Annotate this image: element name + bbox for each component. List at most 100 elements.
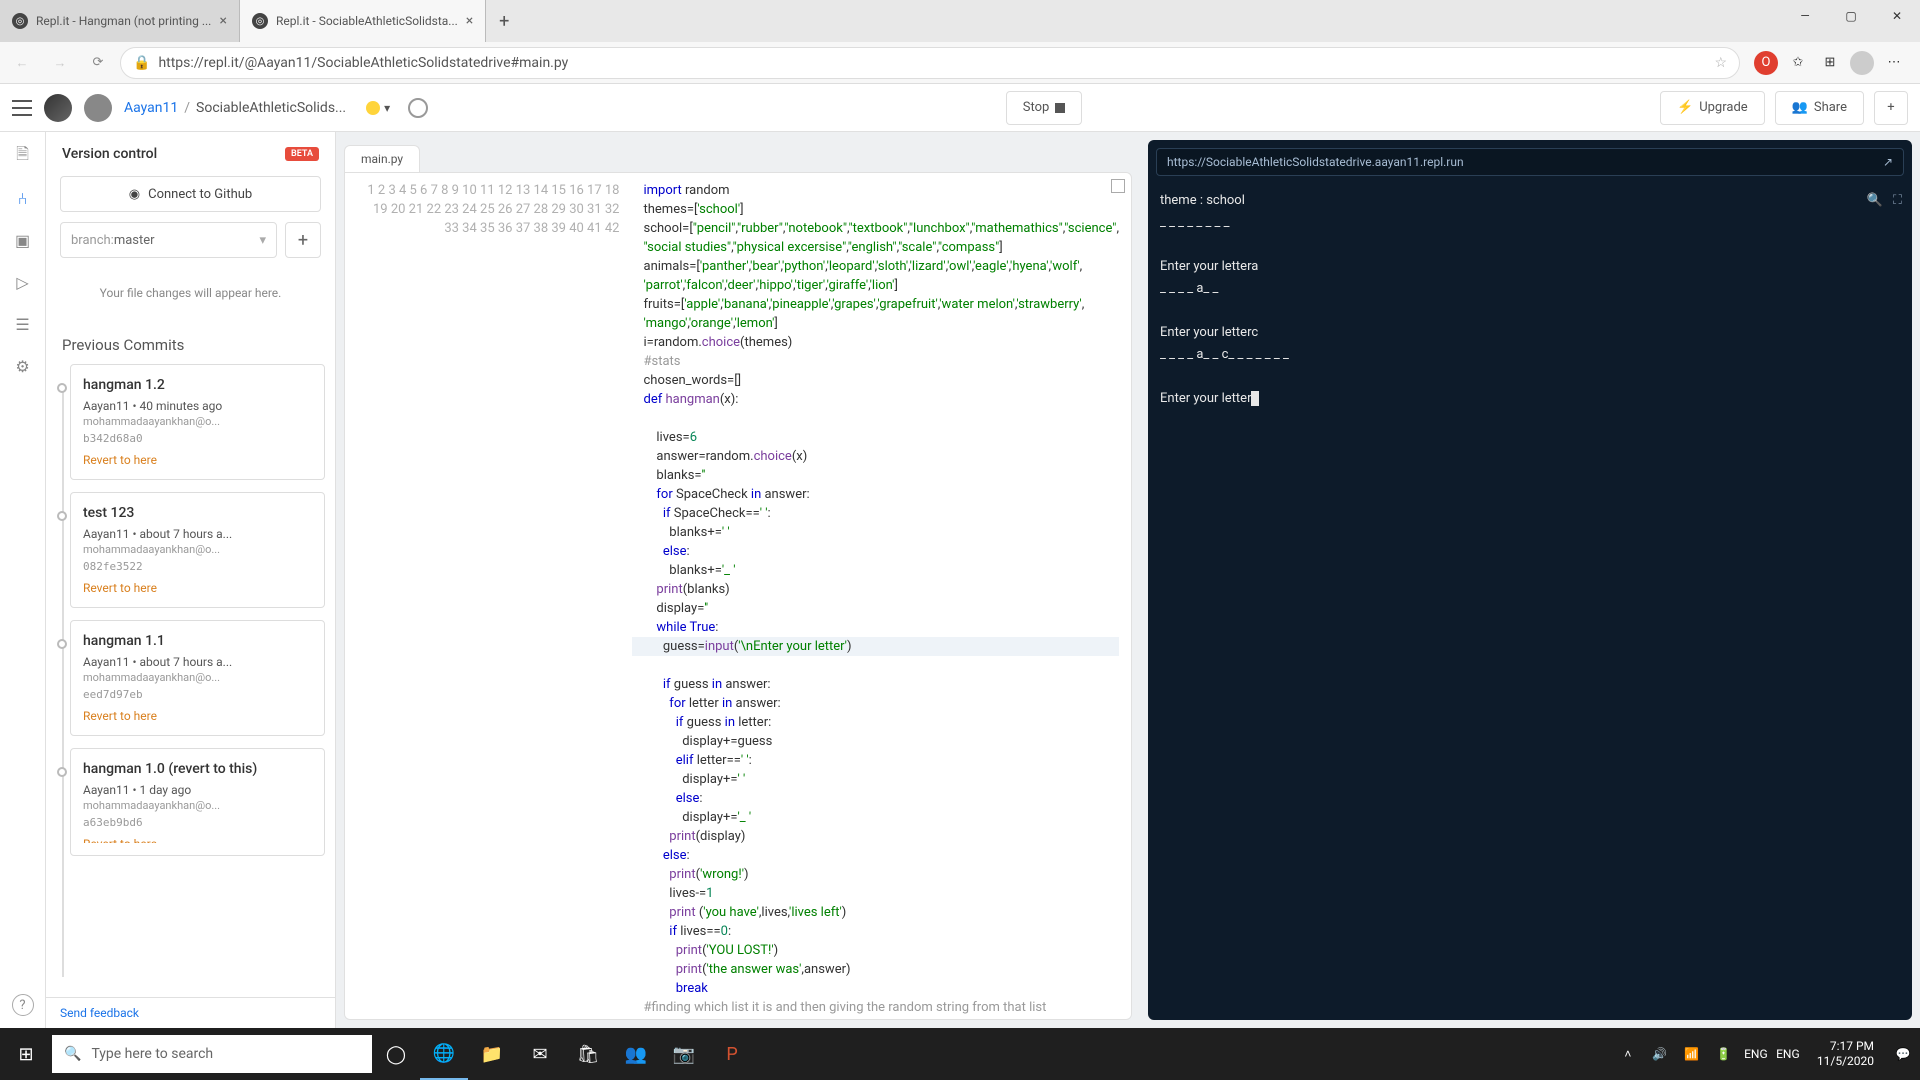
close-button[interactable]: ✕ xyxy=(1874,0,1920,32)
beta-badge: BETA xyxy=(285,147,319,161)
previous-commits-label: Previous Commits xyxy=(46,328,335,364)
upgrade-button[interactable]: ⚡ Upgrade xyxy=(1660,91,1765,125)
commit-card[interactable]: test 123 Aayan11 • about 7 hours a... mo… xyxy=(70,492,325,608)
editor-pane: main.py 1 2 3 4 5 6 7 8 9 10 11 12 13 14… xyxy=(336,132,1140,1028)
breadcrumb-project[interactable]: SociableAthleticSolids... xyxy=(196,100,346,116)
cursor xyxy=(1251,391,1259,406)
revert-link[interactable]: Revert to here xyxy=(83,453,312,467)
mail-icon[interactable]: ✉ xyxy=(516,1028,564,1080)
maximize-button[interactable]: ▢ xyxy=(1828,0,1874,32)
github-icon: ◉ xyxy=(129,187,140,202)
revert-link[interactable]: Revert to here xyxy=(83,837,312,843)
files-icon[interactable]: 🗎 xyxy=(13,146,33,166)
workspace: 🗎 ⑃ ▣ ▷ ☰ ⚙ ? Version control BETA ◉ Con… xyxy=(0,132,1920,1028)
connect-github-button[interactable]: ◉ Connect to Github xyxy=(60,176,321,212)
task-view-icon[interactable]: ◯ xyxy=(372,1028,420,1080)
language-indicator[interactable]: ENG xyxy=(1745,1047,1767,1061)
teams-icon[interactable]: 👥 xyxy=(612,1028,660,1080)
code-editor[interactable]: 1 2 3 4 5 6 7 8 9 10 11 12 13 14 15 16 1… xyxy=(344,172,1132,1020)
start-button[interactable]: ⊞ xyxy=(0,1028,52,1080)
commit-card[interactable]: hangman 1.1 Aayan11 • about 7 hours a...… xyxy=(70,620,325,736)
commit-meta: Aayan11 • 40 minutes ago xyxy=(83,399,312,413)
volume-icon[interactable]: 🔊 xyxy=(1649,1047,1671,1061)
menu-button[interactable] xyxy=(12,100,32,116)
breadcrumb: Aayan11 / SociableAthleticSolids... xyxy=(124,100,346,116)
expand-icon[interactable]: ⛶ xyxy=(1893,190,1902,212)
commit-email: mohammadaayankhan@o... xyxy=(83,671,312,684)
browser-tab[interactable]: ◎ Repl.it - Hangman (not printing ... × xyxy=(0,0,240,42)
battery-icon[interactable]: 🔋 xyxy=(1713,1047,1735,1061)
history-icon[interactable] xyxy=(408,98,428,118)
commit-card[interactable]: hangman 1.2 Aayan11 • 40 minutes ago moh… xyxy=(70,364,325,480)
search-icon: 🔍 xyxy=(64,1046,81,1062)
commit-hash: 082fe3522 xyxy=(83,560,312,573)
commit-dot-icon xyxy=(57,383,67,393)
camera-icon[interactable]: 📷 xyxy=(660,1028,708,1080)
chevron-up-icon[interactable]: ˄ xyxy=(1617,1047,1639,1061)
menu-icon[interactable]: ⋯ xyxy=(1882,51,1906,75)
editor-tab[interactable]: main.py xyxy=(344,145,420,172)
clock[interactable]: 7:17 PM 11/5/2020 xyxy=(1809,1039,1882,1069)
new-tab-button[interactable]: + xyxy=(486,0,522,42)
branch-select[interactable]: branch: master ▾ xyxy=(60,222,277,258)
app-header: Aayan11 / SociableAthleticSolids... ▾ St… xyxy=(0,84,1920,132)
refresh-button[interactable]: ⟳ xyxy=(82,47,114,79)
database-icon[interactable]: ☰ xyxy=(13,314,33,334)
commits-list: hangman 1.2 Aayan11 • 40 minutes ago moh… xyxy=(46,364,335,997)
revert-link[interactable]: Revert to here xyxy=(83,581,312,595)
vcs-title: Version control xyxy=(62,146,157,162)
wifi-icon[interactable]: 📶 xyxy=(1681,1047,1703,1061)
open-external-icon[interactable]: ↗ xyxy=(1883,155,1893,169)
vcs-icon[interactable]: ⑃ xyxy=(13,188,33,208)
help-button[interactable]: ? xyxy=(12,994,34,1016)
code-content[interactable]: import random themes=['school'] school=[… xyxy=(632,173,1132,1019)
send-feedback-link[interactable]: Send feedback xyxy=(46,997,335,1028)
commit-email: mohammadaayankhan@o... xyxy=(83,415,312,428)
replit-logo-icon[interactable] xyxy=(44,94,72,122)
ime-indicator[interactable]: ENG xyxy=(1777,1047,1799,1061)
edge-icon[interactable]: 🌐 xyxy=(420,1028,468,1080)
changes-empty: Your file changes will appear here. xyxy=(60,268,321,318)
notifications-icon[interactable]: 💬 xyxy=(1892,1047,1914,1061)
window-controls: — ▢ ✕ xyxy=(1782,0,1920,32)
console-url-bar[interactable]: https://SociableAthleticSolidstatedrive.… xyxy=(1156,148,1904,176)
new-branch-button[interactable]: + xyxy=(285,222,321,258)
packages-icon[interactable]: ▣ xyxy=(13,230,33,250)
close-icon[interactable]: × xyxy=(466,13,473,29)
breadcrumb-user[interactable]: Aayan11 xyxy=(124,100,178,116)
revert-link[interactable]: Revert to here xyxy=(83,709,312,723)
language-chip[interactable]: ▾ xyxy=(366,101,390,115)
star-icon[interactable]: ☆ xyxy=(1714,55,1727,71)
commit-meta: Aayan11 • about 7 hours a... xyxy=(83,527,312,541)
extension-icon[interactable]: O xyxy=(1754,51,1778,75)
store-icon[interactable]: 🛍 xyxy=(564,1028,612,1080)
commit-hash: b342d68a0 xyxy=(83,432,312,445)
add-button[interactable]: + xyxy=(1874,91,1908,125)
layout-icon[interactable] xyxy=(1111,179,1125,193)
stop-button[interactable]: Stop xyxy=(1006,91,1083,125)
collections-icon[interactable]: ⊞ xyxy=(1818,51,1842,75)
close-icon[interactable]: × xyxy=(220,13,227,29)
favorites-icon[interactable]: ✩ xyxy=(1786,51,1810,75)
debugger-icon[interactable]: ▷ xyxy=(13,272,33,292)
tab-favicon-icon: ◎ xyxy=(252,13,268,29)
browser-tabs: ◎ Repl.it - Hangman (not printing ... × … xyxy=(0,0,522,42)
share-button[interactable]: 👥 Share xyxy=(1775,91,1864,125)
powerpoint-icon[interactable]: P xyxy=(708,1028,756,1080)
url-input[interactable]: 🔒 https://repl.it/@Aayan11/SociableAthle… xyxy=(120,47,1740,79)
console-output[interactable]: 🔍⛶theme : school _ _ _ _ _ _ _ _ Enter y… xyxy=(1148,184,1912,416)
tab-favicon-icon: ◎ xyxy=(12,13,28,29)
profile-avatar[interactable] xyxy=(1850,51,1874,75)
explorer-icon[interactable]: 📁 xyxy=(468,1028,516,1080)
search-icon[interactable]: 🔍 xyxy=(1867,190,1883,212)
console[interactable]: https://SociableAthleticSolidstatedrive.… xyxy=(1148,140,1912,1020)
user-avatar[interactable] xyxy=(84,94,112,122)
taskbar-search[interactable]: 🔍 Type here to search xyxy=(52,1035,372,1073)
commit-card[interactable]: hangman 1.0 (revert to this) Aayan11 • 1… xyxy=(70,748,325,856)
settings-icon[interactable]: ⚙ xyxy=(13,356,33,376)
browser-tab[interactable]: ◎ Repl.it - SociableAthleticSolidsta... … xyxy=(240,0,486,42)
minimize-button[interactable]: — xyxy=(1782,0,1828,32)
forward-button[interactable]: → xyxy=(44,47,76,79)
taskbar: ⊞ 🔍 Type here to search ◯ 🌐 📁 ✉ 🛍 👥 📷 P … xyxy=(0,1028,1920,1080)
back-button[interactable]: ← xyxy=(6,47,38,79)
